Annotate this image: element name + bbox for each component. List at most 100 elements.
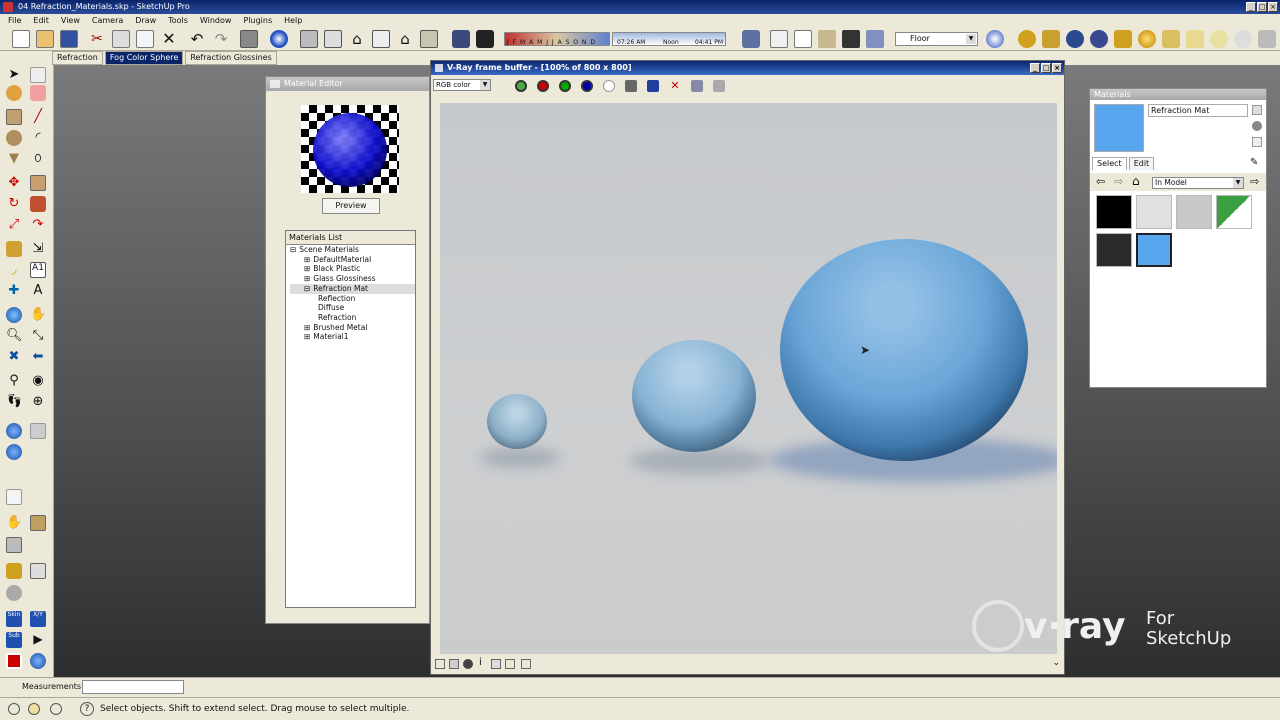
protractor-icon[interactable]: ◞ bbox=[6, 262, 22, 278]
rendered-image[interactable]: ➤ bbox=[440, 103, 1057, 654]
measurements-input[interactable] bbox=[82, 680, 184, 694]
vfb-exposure-icon[interactable] bbox=[521, 659, 531, 669]
dimension-tool-icon[interactable]: ⇲ bbox=[30, 241, 46, 257]
3d-text-icon[interactable]: A bbox=[30, 283, 46, 299]
shaded-textures-icon[interactable] bbox=[842, 30, 860, 48]
minimize-button[interactable]: _ bbox=[1246, 2, 1256, 12]
follow-me-icon[interactable] bbox=[30, 196, 46, 212]
xy-tool-icon[interactable]: X/Y bbox=[30, 611, 46, 627]
forward-arrow-icon[interactable]: ⇨ bbox=[1114, 175, 1123, 188]
credits-icon[interactable] bbox=[28, 703, 40, 715]
material-swatch[interactable] bbox=[1216, 195, 1252, 229]
look-around-icon[interactable]: ◉ bbox=[30, 373, 46, 389]
clear-image-icon[interactable]: ✕ bbox=[669, 80, 681, 92]
sub-tool-icon[interactable]: Sub bbox=[6, 632, 22, 648]
share-model-icon[interactable] bbox=[30, 423, 46, 439]
vray-frame-buffer-icon[interactable] bbox=[1114, 30, 1132, 48]
material-swatch[interactable] bbox=[1136, 195, 1172, 229]
front-view-icon[interactable] bbox=[372, 30, 390, 48]
red-channel-icon[interactable] bbox=[537, 80, 549, 92]
wireframe-icon[interactable] bbox=[770, 30, 788, 48]
preview-button[interactable]: Preview bbox=[322, 198, 380, 214]
sandbox-smoove-icon[interactable]: ✋ bbox=[6, 515, 22, 531]
green-channel-icon[interactable] bbox=[559, 80, 571, 92]
solid-union-icon[interactable] bbox=[6, 585, 22, 601]
material-swatch[interactable] bbox=[1096, 195, 1132, 229]
expand-icon[interactable]: ⊞ bbox=[304, 332, 310, 341]
collapse-icon[interactable]: ⊟ bbox=[290, 245, 296, 254]
expand-icon[interactable]: ⊞ bbox=[304, 323, 310, 332]
tree-item[interactable]: ⊞ Glass Glossiness bbox=[290, 274, 415, 284]
vfb-info-icon[interactable]: i bbox=[479, 657, 482, 668]
ies-light-icon[interactable] bbox=[1234, 30, 1252, 48]
tree-item[interactable]: Diffuse bbox=[290, 303, 415, 313]
tab-edit[interactable]: Edit bbox=[1128, 157, 1155, 170]
vfb-expand-icon[interactable]: ⌄ bbox=[1052, 658, 1060, 668]
region-render-icon[interactable] bbox=[713, 80, 725, 92]
back-view-icon[interactable] bbox=[420, 30, 438, 48]
menu-help[interactable]: Help bbox=[284, 14, 302, 27]
fog-icon[interactable] bbox=[476, 30, 494, 48]
cut-icon[interactable]: ✂ bbox=[88, 30, 106, 48]
material-swatch[interactable] bbox=[1096, 233, 1132, 267]
tree-item[interactable]: ⊟ Refraction Mat bbox=[290, 283, 415, 294]
track-mouse-icon[interactable] bbox=[515, 80, 527, 92]
omni-light-icon[interactable] bbox=[1138, 30, 1156, 48]
vray-help-icon[interactable] bbox=[1090, 30, 1108, 48]
iso-view-icon[interactable] bbox=[324, 30, 342, 48]
blue-channel-icon[interactable] bbox=[581, 80, 593, 92]
tree-item[interactable]: Reflection bbox=[290, 294, 415, 304]
component-tool-icon[interactable] bbox=[30, 67, 46, 83]
back-arrow-icon[interactable]: ⇦ bbox=[1096, 175, 1105, 188]
tree-item[interactable]: ⊞ Material1 bbox=[290, 332, 415, 342]
layer-select[interactable]: Floor ▼ bbox=[895, 32, 978, 46]
material-swatch[interactable] bbox=[1176, 195, 1212, 229]
layer-manager-icon[interactable] bbox=[986, 30, 1004, 48]
tree-item[interactable]: ⊞ Brushed Metal bbox=[290, 323, 415, 333]
polygon-tool-icon[interactable]: ▼ bbox=[6, 151, 22, 167]
menu-camera[interactable]: Camera bbox=[92, 14, 123, 27]
skin-tool-icon[interactable]: Skin bbox=[6, 611, 22, 627]
shaded-icon[interactable] bbox=[818, 30, 836, 48]
vfb-titlebar[interactable]: V-Ray frame buffer - [100% of 800 x 800]… bbox=[431, 61, 1064, 75]
push-pull-icon[interactable] bbox=[30, 175, 46, 191]
right-view-icon[interactable]: ⌂ bbox=[396, 30, 414, 48]
vfb-levels-icon[interactable] bbox=[491, 659, 501, 669]
tab-refraction[interactable]: Refraction bbox=[52, 51, 103, 65]
monochrome-icon[interactable] bbox=[866, 30, 884, 48]
menu-draw[interactable]: Draw bbox=[135, 14, 156, 27]
walk-tool-icon[interactable]: 👣︎ bbox=[6, 394, 23, 410]
eraser-icon[interactable] bbox=[30, 85, 46, 101]
vfb-close-button[interactable]: × bbox=[1052, 63, 1062, 73]
instructor-icon[interactable]: ? bbox=[80, 702, 94, 716]
rect-light-icon[interactable] bbox=[1186, 30, 1204, 48]
text-tool-icon[interactable]: A1 bbox=[30, 262, 46, 278]
zoom-extents-icon[interactable]: ✖ bbox=[6, 349, 22, 365]
vfb-maximize-button[interactable]: □ bbox=[1041, 63, 1051, 73]
material-swatch[interactable] bbox=[1136, 233, 1172, 267]
time-slider[interactable]: 07:26 AM Noon 04:41 PM bbox=[612, 32, 726, 46]
tab-select[interactable]: Select bbox=[1092, 157, 1127, 170]
offset-tool-icon[interactable]: ↷ bbox=[30, 217, 46, 233]
menu-edit[interactable]: Edit bbox=[33, 14, 49, 27]
close-button[interactable]: × bbox=[1268, 2, 1278, 12]
shadows-icon[interactable] bbox=[452, 30, 470, 48]
share-component-icon[interactable] bbox=[6, 444, 22, 460]
duplicate-icon[interactable] bbox=[691, 80, 703, 92]
sandbox-stamp-icon[interactable] bbox=[30, 515, 46, 531]
paste-icon[interactable] bbox=[136, 30, 154, 48]
circle-tool-icon[interactable] bbox=[6, 130, 22, 146]
display-secondary-icon[interactable] bbox=[1252, 105, 1262, 115]
tree-item[interactable]: Refraction bbox=[290, 313, 415, 323]
material-name-field[interactable]: Refraction Mat bbox=[1148, 104, 1248, 117]
tab-refraction-glossines[interactable]: Refraction Glossines bbox=[185, 51, 277, 65]
hidden-line-icon[interactable] bbox=[794, 30, 812, 48]
print-icon[interactable] bbox=[240, 30, 258, 48]
expand-icon[interactable]: ⊞ bbox=[304, 274, 310, 283]
collapse-icon[interactable]: ⊟ bbox=[304, 284, 310, 293]
details-arrow-icon[interactable]: ⇨ bbox=[1250, 175, 1259, 188]
copy-icon[interactable] bbox=[112, 30, 130, 48]
current-material-swatch[interactable] bbox=[1094, 104, 1144, 152]
solid-outer-shell-icon[interactable] bbox=[6, 563, 22, 579]
menu-file[interactable]: File bbox=[8, 14, 21, 27]
